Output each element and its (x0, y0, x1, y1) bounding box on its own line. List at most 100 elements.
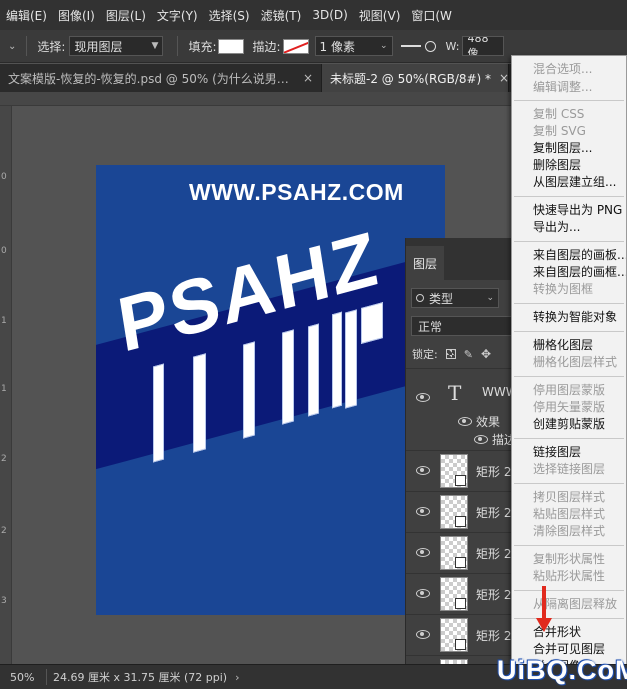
search-icon[interactable] (424, 40, 436, 52)
eye-icon[interactable] (416, 466, 430, 475)
eye-icon[interactable] (458, 417, 472, 426)
menu-item-export-as[interactable]: 导出为... (533, 220, 580, 235)
menu-separator (514, 438, 624, 439)
tab-document-2[interactable]: 未标题-2 @ 50%(RGB/8#) * × (322, 64, 509, 92)
eye-icon[interactable] (416, 393, 430, 402)
menu-select[interactable]: 选择(S) (209, 7, 250, 24)
menu-3d[interactable]: 3D(D) (312, 8, 347, 22)
menu-item-rasterize-layer[interactable]: 栅格化图层 (533, 338, 593, 353)
menu-item-create-clipping-mask[interactable]: 创建剪贴蒙版 (533, 417, 605, 432)
white-bar (282, 329, 294, 425)
menu-separator (514, 331, 624, 332)
fill-swatch[interactable] (218, 38, 245, 54)
menu-item-duplicate-layer[interactable]: 复制图层... (533, 141, 592, 156)
lock-move-icon[interactable]: ✥ (481, 347, 491, 361)
ruler-label: 1 (1, 316, 7, 326)
layer-thumbnail (440, 618, 468, 652)
tab-label: 未标题-2 @ 50%(RGB/8#) * (330, 71, 492, 86)
menu-item-delete-layer[interactable]: 删除图层 (533, 158, 581, 173)
width-field[interactable]: 488 像 (462, 36, 505, 56)
menu-separator (514, 618, 624, 619)
tab-document-1[interactable]: 文案模版-恢复的-恢复的.psd @ 50% (为什么说男人... × (0, 64, 322, 92)
menu-item-edit-adjustment[interactable]: 编辑调整... (533, 80, 592, 95)
menu-separator (514, 483, 624, 484)
blend-mode-value: 正常 (418, 319, 443, 334)
white-bar (332, 311, 342, 409)
menu-item-convert-smart-object[interactable]: 转换为智能对象 (533, 310, 617, 325)
stroke-type-dropdown[interactable] (400, 45, 421, 47)
eye-icon[interactable] (416, 548, 430, 557)
eye-icon[interactable] (416, 589, 430, 598)
select-layer-value: 现用图层 (74, 39, 123, 54)
blend-mode-dropdown[interactable]: 正常 (411, 316, 521, 336)
eye-icon[interactable] (416, 630, 430, 639)
layer-filter-dropdown[interactable]: 类型 ⌄ (411, 288, 499, 308)
layer-name: 矩形 2 (476, 547, 512, 561)
menu-item-disable-layer-mask[interactable]: 停用图层蒙版 (533, 383, 605, 398)
menu-item-link-layers[interactable]: 链接图层 (533, 445, 581, 460)
white-bar (153, 363, 164, 463)
type-layer-icon: T (448, 381, 462, 405)
menu-filter[interactable]: 滤镜(T) (261, 7, 302, 24)
menu-item-disable-vector-mask[interactable]: 停用矢量蒙版 (533, 400, 605, 415)
menu-item-frame-from-layers[interactable]: 来自图层的画框... (533, 265, 626, 280)
menu-item-paste-layer-style[interactable]: 粘贴图层样式 (533, 507, 605, 522)
menu-item-clear-layer-style[interactable]: 清除图层样式 (533, 524, 605, 539)
tab-layers[interactable]: 图层 (406, 246, 444, 280)
tab-label: 文案模版-恢复的-恢复的.psd @ 50% (为什么说男人... (8, 71, 295, 86)
zoom-level[interactable]: 50% (10, 671, 46, 684)
menu-separator (514, 545, 624, 546)
divider (177, 36, 179, 56)
eye-icon[interactable] (416, 507, 430, 516)
chevron-right-icon[interactable]: › (235, 671, 239, 684)
lock-row: 锁定: ✎ ✥ (412, 346, 491, 362)
menu-item-blending-options[interactable]: 混合选项... (533, 62, 592, 77)
menu-item-select-linked-layers[interactable]: 选择链接图层 (533, 462, 605, 477)
close-icon[interactable]: × (499, 71, 509, 85)
document-canvas[interactable]: WWW.PSAHZ.COM PSAHZ (96, 165, 445, 615)
white-bar (308, 323, 319, 417)
document-size: 24.69 厘米 x 31.75 厘米 (72 ppi) (53, 671, 228, 684)
close-icon[interactable]: × (303, 71, 313, 85)
menu-item-group-from-layers[interactable]: 从图层建立组... (533, 175, 616, 190)
chevron-down-icon: ⌄ (486, 293, 494, 303)
ruler-label: 0 (1, 172, 7, 182)
menu-separator (514, 590, 624, 591)
menu-view[interactable]: 视图(V) (359, 7, 401, 24)
ruler-label: 2 (1, 454, 7, 464)
menu-image[interactable]: 图像(I) (58, 7, 95, 24)
lock-brush-icon[interactable]: ✎ (464, 348, 473, 361)
menu-item-quick-export-png[interactable]: 快速导出为 PNG (533, 203, 622, 218)
layer-name: 矩形 2 (476, 588, 512, 602)
menu-item-rasterize-layer-style[interactable]: 栅格化图层样式 (533, 355, 617, 370)
stroke-label: 描边: (252, 39, 281, 54)
menu-item-paste-shape-attributes[interactable]: 粘贴形状属性 (533, 569, 605, 584)
menu-separator (514, 376, 624, 377)
stroke-width-dropdown[interactable]: 1 像素 ⌄ (314, 36, 393, 56)
ruler-vertical: 0 0 1 1 2 2 3 (0, 106, 12, 664)
layer-thumbnail (440, 454, 468, 488)
menu-item-copy-layer-style[interactable]: 拷贝图层样式 (533, 490, 605, 505)
menu-window[interactable]: 窗口(W (411, 7, 452, 24)
fill-label: 填充: (188, 39, 217, 54)
menu-separator (514, 241, 624, 242)
ruler-label: 2 (1, 526, 7, 536)
menu-item-artboard-from-layers[interactable]: 来自图层的画板... (533, 248, 626, 263)
stroke-swatch[interactable] (282, 38, 309, 54)
search-icon (416, 294, 424, 302)
tool-chevron-icon[interactable]: ⌄ (8, 41, 16, 52)
menu-bar: 编辑(E) 图像(I) 图层(L) 文字(Y) 选择(S) 滤镜(T) 3D(D… (0, 0, 627, 30)
select-layer-dropdown[interactable]: 现用图层 ▼ (69, 36, 164, 56)
eye-icon[interactable] (474, 435, 488, 444)
white-bar (345, 309, 357, 409)
menu-edit[interactable]: 编辑(E) (6, 7, 47, 24)
menu-layer[interactable]: 图层(L) (106, 7, 146, 24)
menu-type[interactable]: 文字(Y) (157, 7, 198, 24)
menu-item-copy-svg[interactable]: 复制 SVG (533, 124, 586, 139)
lock-transparency-icon[interactable] (445, 349, 456, 359)
menu-item-copy-shape-attributes[interactable]: 复制形状属性 (533, 552, 605, 567)
menu-item-copy-css[interactable]: 复制 CSS (533, 107, 584, 122)
menu-item-convert-to-frame[interactable]: 转换为图框 (533, 282, 593, 297)
layer-thumbnail (440, 577, 468, 611)
layer-name: 矩形 2 (476, 506, 512, 520)
